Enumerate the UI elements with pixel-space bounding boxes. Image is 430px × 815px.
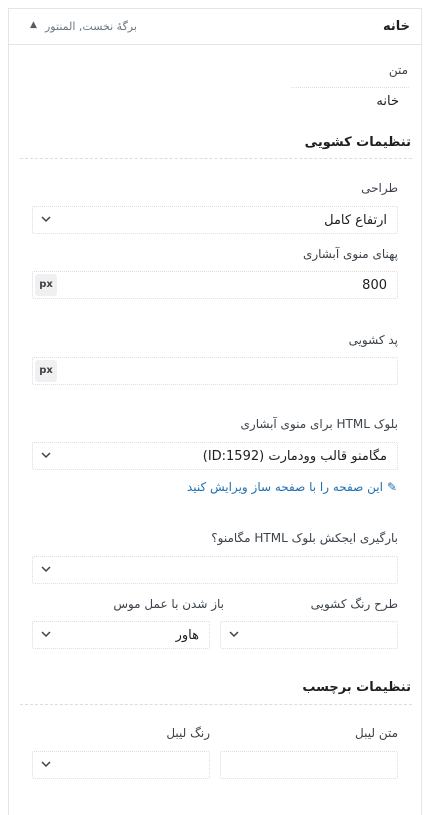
ajax-label: بارگیری ایجکش بلوک HTML مگامنو؟	[211, 531, 398, 545]
padding-label: پد کشویی	[348, 333, 398, 347]
unit-switch[interactable]: px	[35, 274, 57, 296]
text-input[interactable]: خانه	[290, 87, 410, 115]
open-on-select[interactable]: هاور	[32, 621, 210, 649]
chevron-down-icon	[41, 566, 51, 573]
text-value: خانه	[376, 94, 399, 109]
chevron-down-icon	[41, 631, 51, 638]
edit-with-builder-link[interactable]: ✎این صفحه را با صفحه ساز ویرایش کنید	[187, 480, 397, 494]
divider	[20, 158, 412, 159]
html-block-value: مگامنو قالب وودمارت (ID:1592)	[202, 449, 387, 464]
text-label: متن	[388, 63, 408, 77]
design-select[interactable]: ارتفاع کامل	[32, 206, 398, 234]
label-color-select[interactable]	[32, 751, 210, 779]
chevron-down-icon	[41, 761, 51, 768]
triangle-up-icon[interactable]: ▲	[30, 20, 37, 30]
menu-width-input[interactable]: 800 px	[32, 271, 398, 299]
chevron-down-icon	[229, 631, 239, 638]
html-block-label: بلوک HTML برای منوی آبشاری	[240, 417, 398, 431]
design-value: ارتفاع کامل	[324, 213, 387, 228]
edit-link-text: این صفحه را با صفحه ساز ویرایش کنید	[186, 480, 383, 494]
panel-subtitle: برگهٔ نخست, المنتور	[45, 20, 137, 33]
design-label: طراحی	[361, 181, 398, 195]
panel-title: خانه	[382, 19, 410, 34]
label-color-label: رنگ لیبل	[166, 726, 210, 740]
padding-input[interactable]: px	[32, 357, 398, 385]
ajax-select[interactable]	[32, 556, 398, 584]
menu-width-label: پهنای منوی آبشاری	[302, 247, 398, 261]
color-scheme-select[interactable]	[220, 621, 398, 649]
open-on-value: هاور	[175, 628, 199, 643]
html-block-select[interactable]: مگامنو قالب وودمارت (ID:1592)	[32, 442, 398, 470]
label-settings-title: تنظیمات برچسب	[302, 680, 411, 695]
dropdown-settings-title: تنظیمات کشویی	[304, 135, 411, 150]
open-on-label: باز شدن با عمل موس	[113, 597, 224, 611]
pencil-icon: ✎	[386, 480, 397, 494]
chevron-down-icon	[41, 452, 51, 459]
menu-width-value: 800	[362, 278, 387, 293]
label-text-label: متن لیبل	[355, 726, 398, 740]
color-scheme-label: طرح رنگ کشویی	[310, 597, 398, 611]
chevron-down-icon	[41, 216, 51, 223]
divider	[20, 704, 412, 705]
label-text-input[interactable]	[220, 751, 398, 779]
unit-switch[interactable]: px	[35, 360, 57, 382]
panel-header[interactable]: خانه برگهٔ نخست, المنتور ▲	[9, 9, 421, 45]
